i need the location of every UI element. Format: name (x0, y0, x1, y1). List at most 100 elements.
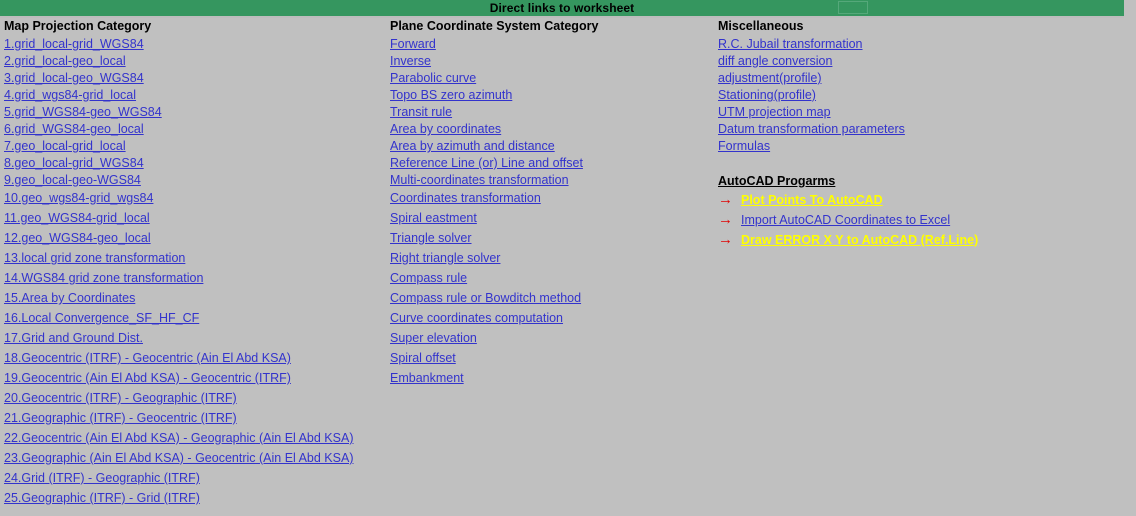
link-plane-coord-5[interactable]: Transit rule (390, 105, 452, 119)
link-map-projection-4[interactable]: 4.grid_wgs84-grid_local (4, 88, 136, 102)
link-plane-coord-18[interactable]: Spiral offset (390, 351, 456, 365)
link-plane-coord-6[interactable]: Area by coordinates (390, 122, 501, 136)
list-item: 20.Geocentric (ITRF) - Geographic (ITRF) (4, 388, 384, 408)
list-item: 7.geo_local-grid_local (4, 137, 384, 154)
link-plane-coord-2[interactable]: Inverse (390, 54, 431, 68)
link-map-projection-21[interactable]: 21.Geographic (ITRF) - Geocentric (ITRF) (4, 411, 237, 425)
link-map-projection-14[interactable]: 14.WGS84 grid zone transformation (4, 271, 203, 285)
list-item: 18.Geocentric (ITRF) - Geocentric (Ain E… (4, 348, 384, 368)
link-plane-coord-12[interactable]: Triangle solver (390, 231, 472, 245)
arrow-right-icon: → (718, 191, 733, 208)
list-item: 12.geo_WGS84-geo_local (4, 228, 384, 248)
worksheet-banner-title: Direct links to worksheet (0, 0, 1124, 16)
list-item: R.C. Jubail transformation (718, 35, 1118, 52)
list-item: 8.geo_local-grid_WGS84 (4, 154, 384, 171)
link-plane-coord-1[interactable]: Forward (390, 37, 436, 51)
link-map-projection-2[interactable]: 2.grid_local-geo_local (4, 54, 126, 68)
link-list-miscellaneous: R.C. Jubail transformation diff angle con… (718, 35, 1118, 154)
link-map-projection-11[interactable]: 11.geo_WGS84-grid_local (4, 211, 150, 225)
list-item: Formulas (718, 137, 1118, 154)
link-map-projection-25[interactable]: 25.Geographic (ITRF) - Grid (ITRF) (4, 491, 200, 505)
link-map-projection-8[interactable]: 8.geo_local-grid_WGS84 (4, 156, 144, 170)
link-autocad-2[interactable]: Import AutoCAD Coordinates to Excel (741, 213, 950, 227)
link-map-projection-17[interactable]: 17.Grid and Ground Dist. (4, 331, 143, 345)
link-map-projection-9[interactable]: 9.geo_local-geo-WGS84 (4, 173, 141, 187)
column-title-miscellaneous: Miscellaneous (718, 19, 804, 33)
list-item: 10.geo_wgs84-grid_wgs84 (4, 188, 384, 208)
link-map-projection-5[interactable]: 5.grid_WGS84-geo_WGS84 (4, 105, 162, 119)
list-item: 16.Local Convergence_SF_HF_CF (4, 308, 384, 328)
link-map-projection-23[interactable]: 23.Geographic (Ain El Abd KSA) - Geocent… (4, 451, 353, 465)
section-title-autocad-programs: AutoCAD Progarms (718, 174, 836, 188)
link-map-projection-1[interactable]: 1.grid_local-grid_WGS84 (4, 37, 144, 51)
list-item: Forward (390, 35, 690, 52)
link-list-plane-coordinate-system: Forward Inverse Parabolic curve Topo BS zer… (390, 35, 690, 388)
list-item: Topo BS zero azimuth (390, 86, 690, 103)
link-autocad-1[interactable]: Plot Points To AutoCAD (741, 193, 883, 207)
list-item: Triangle solver (390, 228, 690, 248)
list-item: 15.Area by Coordinates (4, 288, 384, 308)
link-miscellaneous-7[interactable]: Formulas (718, 139, 770, 153)
link-list-autocad-programs: → Plot Points To AutoCAD → Import AutoCAD C… (718, 190, 1118, 250)
link-miscellaneous-4[interactable]: Stationing(profile) (718, 88, 816, 102)
list-item: Compass rule (390, 268, 690, 288)
list-item: Area by coordinates (390, 120, 690, 137)
link-plane-coord-16[interactable]: Curve coordinates computation (390, 311, 563, 325)
list-item: Parabolic curve (390, 69, 690, 86)
link-map-projection-3[interactable]: 3.grid_local-geo_WGS84 (4, 71, 144, 85)
link-plane-coord-4[interactable]: Topo BS zero azimuth (390, 88, 512, 102)
link-map-projection-24[interactable]: 24.Grid (ITRF) - Geographic (ITRF) (4, 471, 200, 485)
list-item: → Import AutoCAD Coordinates to Excel (718, 210, 1118, 230)
link-miscellaneous-6[interactable]: Datum transformation parameters (718, 122, 905, 136)
link-plane-coord-17[interactable]: Super elevation (390, 331, 477, 345)
link-map-projection-10[interactable]: 10.geo_wgs84-grid_wgs84 (4, 191, 153, 205)
list-item: 25.Geographic (ITRF) - Grid (ITRF) (4, 488, 384, 508)
list-item: 9.geo_local-geo-WGS84 (4, 171, 384, 188)
list-item: Curve coordinates computation (390, 308, 690, 328)
list-item: Spiral offset (390, 348, 690, 368)
list-item: adjustment(profile) (718, 69, 1118, 86)
link-map-projection-20[interactable]: 20.Geocentric (ITRF) - Geographic (ITRF) (4, 391, 237, 405)
link-map-projection-16[interactable]: 16.Local Convergence_SF_HF_CF (4, 311, 199, 325)
link-map-projection-6[interactable]: 6.grid_WGS84-geo_local (4, 122, 144, 136)
link-plane-coord-3[interactable]: Parabolic curve (390, 71, 476, 85)
link-map-projection-7[interactable]: 7.geo_local-grid_local (4, 139, 126, 153)
link-map-projection-18[interactable]: 18.Geocentric (ITRF) - Geocentric (Ain E… (4, 351, 291, 365)
link-plane-coord-8[interactable]: Reference Line (or) Line and offset (390, 156, 583, 170)
list-item: Inverse (390, 52, 690, 69)
link-plane-coord-10[interactable]: Coordinates transformation (390, 191, 541, 205)
link-plane-coord-14[interactable]: Compass rule (390, 271, 467, 285)
arrow-right-icon: → (718, 231, 733, 248)
link-plane-coord-19[interactable]: Embankment (390, 371, 464, 385)
link-plane-coord-15[interactable]: Compass rule or Bowditch method (390, 291, 581, 305)
list-item: → Plot Points To AutoCAD (718, 190, 1118, 210)
link-map-projection-19[interactable]: 19.Geocentric (Ain El Abd KSA) - Geocent… (4, 371, 291, 385)
link-plane-coord-7[interactable]: Area by azimuth and distance (390, 139, 555, 153)
link-map-projection-22[interactable]: 22.Geocentric (Ain El Abd KSA) - Geograp… (4, 431, 353, 445)
link-map-projection-12[interactable]: 12.geo_WGS84-geo_local (4, 231, 151, 245)
list-item: 24.Grid (ITRF) - Geographic (ITRF) (4, 468, 384, 488)
selected-cell-outline[interactable] (838, 1, 868, 14)
list-item: Transit rule (390, 103, 690, 120)
link-map-projection-15[interactable]: 15.Area by Coordinates (4, 291, 135, 305)
link-autocad-3[interactable]: Draw ERROR X Y to AutoCAD (Ref.Line) (741, 233, 978, 247)
list-item: Multi-coordinates transformation (390, 171, 690, 188)
link-plane-coord-9[interactable]: Multi-coordinates transformation (390, 173, 569, 187)
list-item: UTM projection map (718, 103, 1118, 120)
link-plane-coord-11[interactable]: Spiral eastment (390, 211, 477, 225)
link-miscellaneous-3[interactable]: adjustment(profile) (718, 71, 822, 85)
list-item: Super elevation (390, 328, 690, 348)
column-miscellaneous: Miscellaneous R.C. Jubail transformation… (718, 18, 1118, 154)
column-plane-coordinate-system: Plane Coordinate System Category Forward… (390, 18, 690, 388)
link-map-projection-13[interactable]: 13.local grid zone transformation (4, 251, 185, 265)
column-title-map-projection: Map Projection Category (4, 19, 152, 33)
column-title-plane-coordinate-system: Plane Coordinate System Category (390, 19, 599, 33)
list-item: Spiral eastment (390, 208, 690, 228)
link-miscellaneous-5[interactable]: UTM projection map (718, 105, 831, 119)
link-plane-coord-13[interactable]: Right triangle solver (390, 251, 500, 265)
link-miscellaneous-1[interactable]: R.C. Jubail transformation (718, 37, 863, 51)
link-miscellaneous-2[interactable]: diff angle conversion (718, 54, 832, 68)
list-item: Compass rule or Bowditch method (390, 288, 690, 308)
list-item: 3.grid_local-geo_WGS84 (4, 69, 384, 86)
list-item: Coordinates transformation (390, 188, 690, 208)
